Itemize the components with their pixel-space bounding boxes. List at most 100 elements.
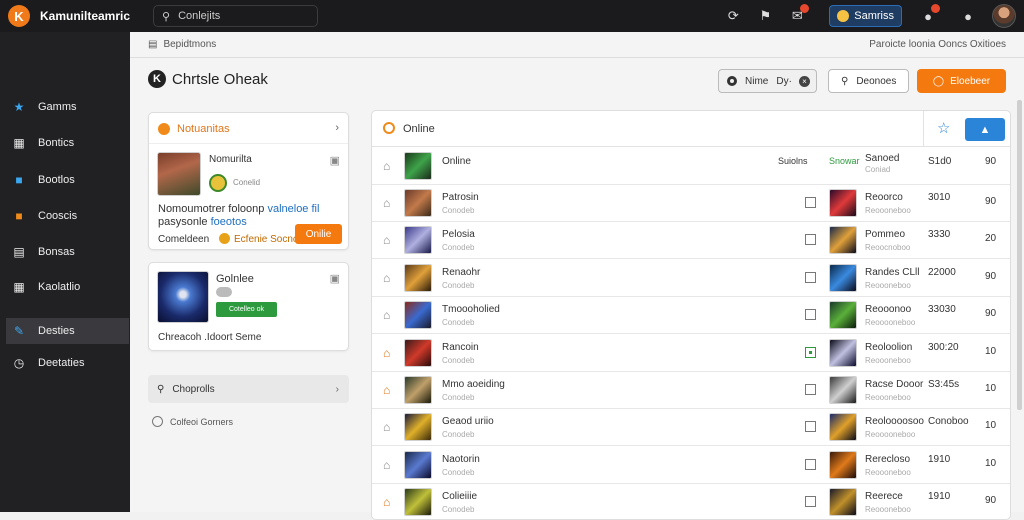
player-thumbnail[interactable] <box>829 263 857 292</box>
menu-icon[interactable]: ▣ <box>330 154 340 167</box>
player-thumbnail[interactable] <box>829 450 857 479</box>
side-clock-link[interactable]: Colfeoi Gorners <box>152 416 233 427</box>
table-row[interactable]: ⌂ Colieiiie Conodeb Reerece Reoooneboo 1910 90 <box>372 484 1010 519</box>
main-content: ▤ Bepidtmons Paroicte loonia Ooncs Oxiti… <box>130 32 1024 520</box>
sidebar-item-1[interactable]: ▦ Bontics <box>6 130 129 156</box>
primary-button[interactable]: ◯ Eloebeer <box>917 69 1006 93</box>
user-menu-button[interactable]: Samriss <box>829 5 902 27</box>
table-row[interactable]: ⌂ Geaod uriio Conodeb Reoloooosoo Reoooonebo… <box>372 409 1010 447</box>
row-sub: Conodeb <box>442 467 475 477</box>
row-checkbox[interactable] <box>805 496 816 508</box>
game-badge-icon <box>209 174 227 192</box>
notification-icon[interactable]: ✉ <box>787 4 810 26</box>
home-icon[interactable]: ⌂ <box>383 495 390 509</box>
row-player-name: Reoloolion <box>865 341 913 353</box>
filter-dropdown[interactable]: Nime Dy· × <box>718 69 817 93</box>
player-thumbnail[interactable] <box>829 226 857 255</box>
sidebar-item-3[interactable]: ■ Cooscis <box>6 203 129 229</box>
row-checkbox[interactable] <box>805 346 816 358</box>
table-row[interactable]: ⌂ Mmo aoeiding Conodeb Racse Dooor Reooonebo… <box>372 372 1010 409</box>
add-button[interactable]: ▲ <box>965 118 1005 141</box>
row-value: Conoboo <box>928 416 969 428</box>
table-row[interactable]: ⌂ Pelosia Conodeb Pommeo Reoocnoboo 3330 20 <box>372 222 1010 260</box>
friends-icon[interactable]: ● <box>918 4 940 26</box>
row-player-sub: Reoooneboo <box>865 206 911 215</box>
game-thumbnail[interactable] <box>157 271 209 323</box>
game-thumbnail[interactable] <box>404 376 432 404</box>
scrollbar[interactable] <box>1017 100 1022 410</box>
search-input[interactable]: ⚲ Conlejits <box>153 5 318 27</box>
row-checkbox[interactable] <box>805 197 816 208</box>
row-player-name: Reerece <box>865 491 903 503</box>
refresh-icon[interactable]: ⟳ <box>723 6 743 26</box>
game-thumbnail[interactable] <box>404 338 432 367</box>
table-row[interactable]: ⌂ Patrosin Conodeb Reoorco Reoooneboo 3010 90 <box>372 185 1010 222</box>
home-icon[interactable]: ⌂ <box>383 196 390 210</box>
home-icon[interactable]: ⌂ <box>383 458 390 472</box>
game-thumbnail[interactable] <box>404 263 432 292</box>
radio-icon <box>727 76 737 86</box>
sidebar-item-label: Bontics <box>38 137 75 149</box>
player-thumbnail[interactable] <box>829 338 857 367</box>
sidebar-item-4[interactable]: ▤ Bonsas <box>6 239 129 265</box>
row-player-sub: Reoocnoboo <box>865 243 911 253</box>
home-icon[interactable]: ⌂ <box>383 420 390 434</box>
menu-icon[interactable]: ▣ <box>330 272 340 285</box>
player-thumbnail[interactable] <box>829 189 857 217</box>
home-icon[interactable]: ⌂ <box>383 383 390 397</box>
row-value: 1910 <box>928 453 951 465</box>
chevron-right-icon[interactable]: › <box>335 122 339 134</box>
row-player-name: Randes CLll <box>865 266 920 278</box>
player-thumbnail[interactable] <box>829 301 857 330</box>
game-thumbnail[interactable] <box>404 226 432 255</box>
star-icon[interactable]: ☆ <box>937 119 950 137</box>
row-checkbox[interactable] <box>805 234 816 246</box>
avatar[interactable] <box>992 4 1016 28</box>
sidebar-item-label: Kaolatlio <box>38 281 81 293</box>
table-row[interactable]: ⌂ Naotorin Conodeb Rerecloso Reoooneboo 1910 1… <box>372 447 1010 484</box>
table-row[interactable]: ⌂ Rancoin Conodeb Reoloolion Reoooneboo 300:2… <box>372 335 1010 372</box>
game-thumbnail[interactable] <box>404 450 432 479</box>
player-thumbnail[interactable] <box>829 413 857 442</box>
game-thumbnail[interactable] <box>404 301 432 330</box>
row-player-name: Pommeo <box>865 229 906 241</box>
controller-icon: ■ <box>15 209 23 223</box>
game-thumbnail <box>404 152 432 180</box>
breadcrumb-right[interactable]: Paroicte loonia Ooncs Oxitioes <box>869 39 1006 50</box>
row-checkbox[interactable] <box>805 458 816 470</box>
sidebar-item-5[interactable]: ▦ Kaolatlio <box>6 274 129 300</box>
home-icon[interactable]: ⌂ <box>383 308 390 322</box>
game-thumbnail[interactable] <box>404 413 432 442</box>
game-thumbnail[interactable] <box>157 152 201 196</box>
sidebar-item-0[interactable]: ★ Gamms <box>6 94 129 120</box>
row-sub: Conodeb <box>442 430 475 440</box>
home-icon[interactable]: ⌂ <box>383 233 390 247</box>
row-checkbox[interactable] <box>805 384 816 395</box>
sidebar-item-2[interactable]: ■ Bootlos <box>6 167 129 193</box>
profile-icon[interactable]: ● <box>958 6 978 26</box>
player-thumbnail[interactable] <box>829 376 857 404</box>
breadcrumb-left[interactable]: Bepidtmons <box>163 39 216 50</box>
search-button[interactable]: ⚲ Deonoes <box>828 69 909 93</box>
row-checkbox[interactable] <box>805 271 816 283</box>
sidebar-item-6[interactable]: ✎ Desties <box>6 318 129 344</box>
column-header: 90 <box>985 156 997 167</box>
side-search-link[interactable]: ⚲ Choprolls › <box>148 375 349 403</box>
row-checkbox[interactable] <box>805 421 816 433</box>
plus-icon: ◯ <box>932 75 945 87</box>
game-thumbnail[interactable] <box>404 189 432 217</box>
toggle-icon[interactable] <box>216 287 232 297</box>
flag-icon[interactable]: ⚑ <box>755 6 775 26</box>
sidebar-item-label: Gamms <box>38 101 77 113</box>
row-name: Tmoooholied <box>442 304 500 316</box>
row-checkbox[interactable] <box>805 309 816 321</box>
table-row[interactable]: ⌂ Tmoooholied Conodeb Reooonoo Reooooneboo 33… <box>372 297 1010 335</box>
row-name: Rancoin <box>442 341 479 353</box>
table-row[interactable]: ⌂ Renaohr Conodeb Randes CLll Reoooneboo 2200… <box>372 260 1010 297</box>
online-action-button[interactable]: Onilie <box>295 224 342 244</box>
home-icon[interactable]: ⌂ <box>383 346 390 360</box>
home-icon[interactable]: ⌂ <box>383 271 390 285</box>
clear-icon[interactable]: × <box>799 75 810 87</box>
row-player-name: Reoloooosoo <box>865 416 924 428</box>
sidebar-item-7[interactable]: ◷ Deetaties <box>6 350 129 376</box>
